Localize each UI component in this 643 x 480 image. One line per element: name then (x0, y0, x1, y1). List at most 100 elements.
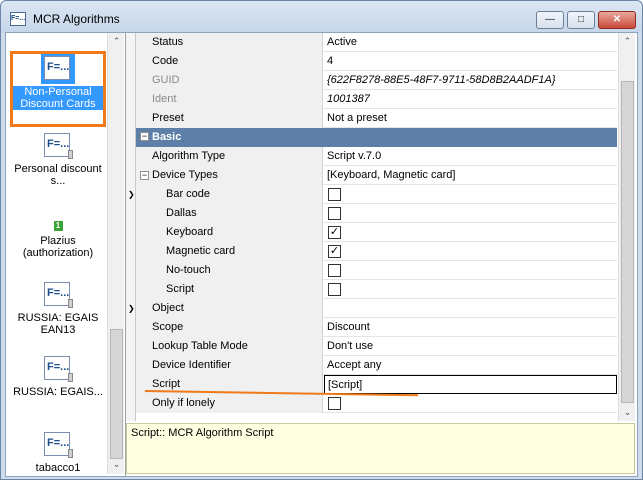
category-label: Basic (152, 131, 182, 143)
property-name: Magnetic card (136, 242, 323, 261)
property-name: Code (136, 52, 323, 71)
property-value[interactable]: Script v.7.0 (324, 147, 617, 166)
list-item-label: RUSSIA: EGAIS... (13, 386, 103, 398)
app-icon: F=... (10, 12, 26, 26)
list-item[interactable]: F=... RUSSIA: EGAIS... (10, 354, 106, 398)
list-item-label: tabacco1 (35, 462, 81, 474)
grid-gutter: ❯ ❯ (126, 33, 136, 421)
property-name: Keyboard (136, 223, 323, 242)
only-if-lonely-checkbox[interactable] (328, 397, 341, 410)
property-name: − Device Types (136, 166, 323, 185)
property-value[interactable]: Accept any (324, 356, 617, 375)
maximize-button[interactable]: □ (567, 11, 595, 29)
list-item-label: Plazius (authorization) (22, 235, 94, 259)
property-row-script-type[interactable]: Script (136, 280, 617, 299)
row-arrow-icon: ❯ (128, 190, 135, 199)
collapse-icon[interactable]: − (140, 171, 149, 180)
property-value[interactable]: Not a preset (324, 109, 617, 128)
property-value: {622F8278-88E5-48F7-9711-58D8B2AADF1A} (327, 74, 556, 86)
algorithm-icon: F=... (41, 354, 75, 384)
property-row-guid[interactable]: GUID {622F8278-88E5-48F7-9711-58D8B2AADF… (136, 71, 617, 90)
dallas-checkbox[interactable] (328, 207, 341, 220)
list-item[interactable]: 1 Plazius (authorization) (10, 211, 106, 259)
collapse-icon[interactable]: − (140, 132, 149, 141)
description-panel: Script:: MCR Algorithm Script (126, 423, 635, 474)
keyboard-checkbox[interactable]: ✓ (328, 226, 341, 239)
property-row-object[interactable]: Object (136, 299, 617, 318)
property-name: Algorithm Type (136, 147, 323, 166)
property-row-device-identifier[interactable]: Device Identifier Accept any (136, 356, 617, 375)
property-value: 1001387 (327, 93, 370, 105)
property-row-preset[interactable]: Preset Not a preset (136, 109, 617, 128)
scroll-up-icon[interactable]: ⌃ (619, 33, 636, 50)
property-row-dallas[interactable]: Dallas (136, 204, 617, 223)
minimize-button[interactable]: — (536, 11, 564, 29)
list-item[interactable]: F=... Personal discount s... (10, 131, 106, 187)
scroll-thumb[interactable] (621, 81, 634, 403)
property-value[interactable] (324, 394, 617, 413)
list-item[interactable]: F=... RUSSIA: EGAIS EAN13 (10, 280, 106, 336)
property-value[interactable] (324, 185, 617, 204)
script-type-checkbox[interactable] (328, 283, 341, 296)
property-name: Only if lonely (136, 394, 323, 413)
scroll-down-icon[interactable]: ⌄ (619, 404, 636, 421)
property-row-no-touch[interactable]: No-touch (136, 261, 617, 280)
property-grid: ❯ ❯ Status Active Code 4 GUID {622F8278-… (126, 33, 617, 421)
maximize-icon: □ (577, 14, 585, 25)
algorithm-icon: F=... (41, 131, 75, 161)
property-value[interactable] (324, 204, 617, 223)
property-row-scope[interactable]: Scope Discount (136, 318, 617, 337)
category-basic[interactable]: − Basic (136, 128, 617, 147)
minimize-icon: — (545, 14, 555, 25)
property-row-code[interactable]: Code 4 (136, 52, 617, 71)
list-item[interactable]: F=... tabacco1 (10, 430, 106, 474)
magnetic-card-checkbox[interactable]: ✓ (328, 245, 341, 258)
property-row-algorithm-type[interactable]: Algorithm Type Script v.7.0 (136, 147, 617, 166)
property-row-only-if-lonely[interactable]: Only if lonely (136, 394, 617, 413)
scroll-down-icon[interactable]: ⌄ (108, 456, 125, 473)
property-value[interactable] (324, 261, 617, 280)
property-row-device-types[interactable]: − Device Types [Keyboard, Magnetic card] (136, 166, 617, 185)
no-touch-checkbox[interactable] (328, 264, 341, 277)
algorithm-list: F=... Non-Personal Discount Cards F=... … (6, 33, 126, 476)
client-area: F=... Non-Personal Discount Cards F=... … (5, 32, 638, 477)
property-value[interactable]: [Keyboard, Magnetic card] (324, 166, 617, 185)
scroll-up-icon[interactable]: ⌃ (108, 33, 125, 50)
property-value[interactable]: 4 (324, 52, 617, 71)
row-arrow-icon: ❯ (128, 304, 135, 313)
plazius-icon: 1 (53, 221, 63, 231)
property-value[interactable]: Don't use (324, 337, 617, 356)
property-value[interactable]: ✓ (324, 223, 617, 242)
property-value[interactable] (324, 280, 617, 299)
property-row-ident[interactable]: Ident 1001387 (136, 90, 617, 109)
property-name: Lookup Table Mode (136, 337, 323, 356)
property-name: Script (136, 280, 323, 299)
scroll-thumb[interactable] (110, 329, 123, 459)
property-row-lookup-table-mode[interactable]: Lookup Table Mode Don't use (136, 337, 617, 356)
description-text: Script:: MCR Algorithm Script (131, 427, 274, 439)
bar-code-checkbox[interactable] (328, 188, 341, 201)
script-value-field[interactable]: [Script] (324, 375, 617, 394)
property-name: Object (136, 299, 323, 318)
property-name-text: Device Types (152, 169, 218, 181)
property-row-magnetic-card[interactable]: Magnetic card ✓ (136, 242, 617, 261)
property-name: Scope (136, 318, 323, 337)
property-name: GUID (136, 71, 323, 90)
property-value[interactable] (324, 299, 617, 318)
property-row-bar-code[interactable]: Bar code (136, 185, 617, 204)
title-bar[interactable]: F=... MCR Algorithms — □ ✕ (1, 1, 642, 33)
grid-scrollbar[interactable]: ⌃ ⌄ (618, 33, 635, 421)
list-scrollbar[interactable]: ⌃ ⌄ (107, 33, 124, 474)
property-row-status[interactable]: Status Active (136, 33, 617, 52)
property-value[interactable]: Discount (324, 318, 617, 337)
property-name: Ident (136, 90, 323, 109)
property-row-keyboard[interactable]: Keyboard ✓ (136, 223, 617, 242)
list-item-label: RUSSIA: EGAIS EAN13 (17, 312, 99, 336)
algorithm-icon: F=... (41, 280, 75, 310)
property-value[interactable]: Active (324, 33, 617, 52)
property-value[interactable]: ✓ (324, 242, 617, 261)
list-item-label: Personal discount s... (14, 163, 102, 187)
list-item[interactable]: F=... Non-Personal Discount Cards (10, 51, 106, 127)
property-name: Bar code (136, 185, 323, 204)
close-button[interactable]: ✕ (598, 11, 636, 29)
